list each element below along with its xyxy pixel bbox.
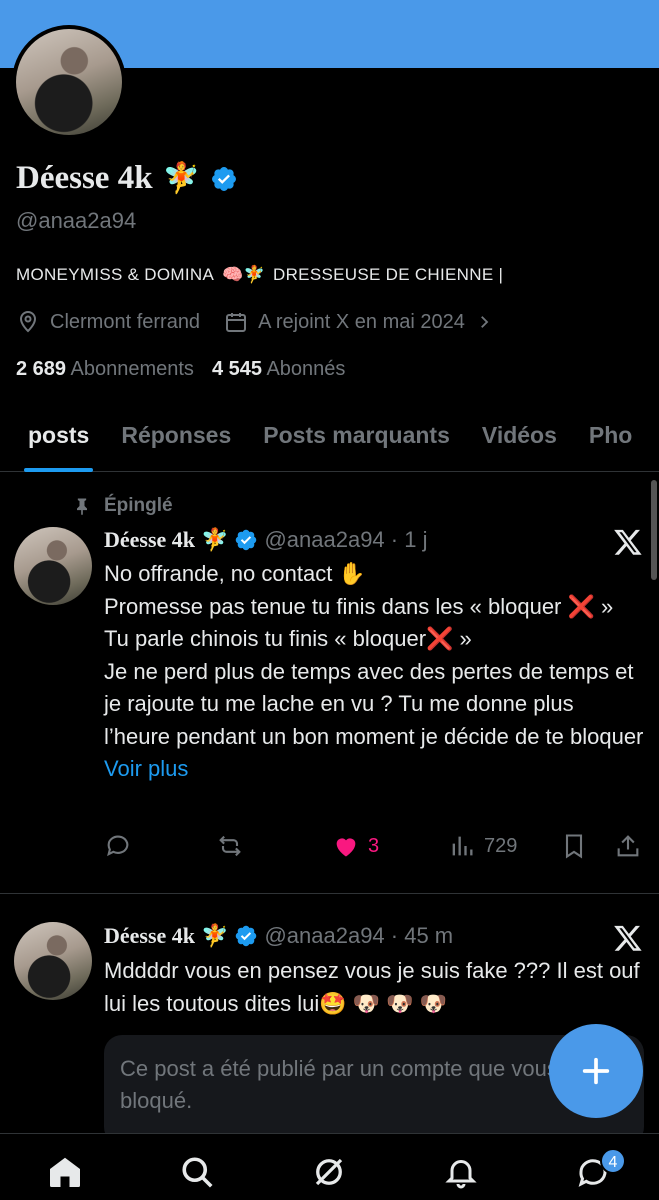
like-count: 3	[368, 834, 380, 857]
post-divider	[0, 893, 659, 894]
x-logo-icon[interactable]	[613, 923, 643, 953]
post-actions: 3 729	[104, 832, 644, 864]
views-count: 729	[484, 834, 518, 857]
bottom-nav	[0, 1133, 659, 1200]
following-count: 2 689	[16, 358, 67, 380]
post-author-emoji: 🧚	[201, 527, 229, 553]
tab-posts[interactable]: posts	[0, 412, 105, 472]
bio-text-1: MONEYMISS & DOMINA	[16, 265, 215, 284]
grok-icon[interactable]	[311, 1154, 347, 1190]
home-icon[interactable]	[47, 1154, 83, 1190]
location-text: Clermont ferrand	[50, 310, 201, 333]
messages-badge: 4	[600, 1148, 626, 1174]
following-stat[interactable]: 2 689 Abonnements	[16, 358, 194, 381]
post-author-emoji: 🧚	[201, 923, 229, 949]
profile-name-row: Déesse 4k 🧚	[16, 160, 238, 197]
following-label: Abonnements	[70, 358, 194, 380]
pinned-label: Épinglé	[104, 495, 173, 516]
tab-videos[interactable]: Vidéos	[466, 412, 573, 471]
post-author[interactable]: Déesse 4k	[104, 527, 195, 553]
heart-icon	[336, 838, 356, 857]
followers-label: Abonnés	[266, 358, 346, 380]
post-header: Déesse 4k 🧚 @anaa2a94 · 45 m	[104, 923, 453, 949]
repost-icon	[219, 835, 241, 857]
plus-icon	[582, 1057, 610, 1085]
profile-stats: 2 689 Abonnements 4 545 Abonnés	[16, 358, 345, 381]
reply-button[interactable]	[104, 832, 132, 860]
notifications-icon[interactable]	[443, 1154, 479, 1190]
like-button[interactable]: 3	[332, 832, 379, 860]
pinned-indicator: Épinglé	[72, 495, 173, 517]
bookmark-icon	[565, 834, 583, 859]
location-icon	[19, 311, 37, 333]
post-handle-time: @anaa2a94 · 1 j	[264, 527, 428, 552]
profile-handle: @anaa2a94	[16, 208, 137, 233]
post-author[interactable]: Déesse 4k	[104, 923, 195, 949]
tab-replies[interactable]: Réponses	[105, 412, 247, 471]
followers-stat[interactable]: 4 545 Abonnés	[212, 358, 345, 381]
views-icon	[452, 836, 473, 856]
bio-text-2: DRESSEUSE DE CHIENNE |	[273, 265, 504, 284]
tab-highlights[interactable]: Posts marquants	[247, 412, 466, 471]
verified-badge-icon	[236, 925, 257, 947]
post-body: No offrande, no contact ✋ Promesse pas t…	[104, 561, 644, 749]
pin-icon	[77, 498, 87, 516]
post-text: Mddddr vous en pensez vous je suis fake …	[104, 958, 640, 1016]
fairy-emoji: 🧚	[162, 161, 200, 196]
x-logo-icon[interactable]	[613, 527, 643, 557]
views-button[interactable]: 729	[448, 832, 517, 860]
chevron-right-icon[interactable]	[475, 313, 493, 331]
verified-badge-icon	[236, 529, 257, 551]
see-more-link[interactable]: Voir plus	[104, 756, 188, 781]
verified-badge-icon[interactable]	[210, 165, 238, 193]
compose-button[interactable]	[549, 1024, 643, 1118]
share-button[interactable]	[614, 832, 642, 860]
bookmark-button[interactable]	[560, 832, 588, 860]
display-name: Déesse 4k	[16, 160, 153, 196]
search-icon[interactable]	[179, 1154, 215, 1190]
bio-emoji: 🧠🧚	[222, 265, 266, 285]
repost-button[interactable]	[216, 832, 244, 860]
post-text: No offrande, no contact ✋ Promesse pas t…	[104, 558, 644, 786]
post-avatar[interactable]	[14, 527, 92, 605]
reply-icon	[107, 835, 129, 857]
tab-photos[interactable]: Pho	[573, 412, 648, 471]
profile-meta: Clermont ferrand A rejoint X en mai 2024	[16, 310, 493, 334]
joined-text[interactable]: A rejoint X en mai 2024	[258, 311, 465, 334]
post-handle-time: @anaa2a94 · 45 m	[264, 923, 454, 948]
share-icon	[617, 835, 639, 857]
scrollbar[interactable]	[651, 480, 657, 580]
profile-avatar[interactable]	[12, 25, 126, 139]
profile-tabs: posts Réponses Posts marquants Vidéos Ph…	[0, 412, 659, 472]
post-avatar[interactable]	[14, 922, 92, 1000]
followers-count: 4 545	[211, 358, 262, 380]
profile-bio: MONEYMISS & DOMINA 🧠🧚 DRESSEUSE DE CHIEN…	[16, 265, 503, 285]
calendar-icon	[226, 313, 247, 332]
post-header: Déesse 4k 🧚 @anaa2a94 · 1 j	[104, 527, 427, 553]
